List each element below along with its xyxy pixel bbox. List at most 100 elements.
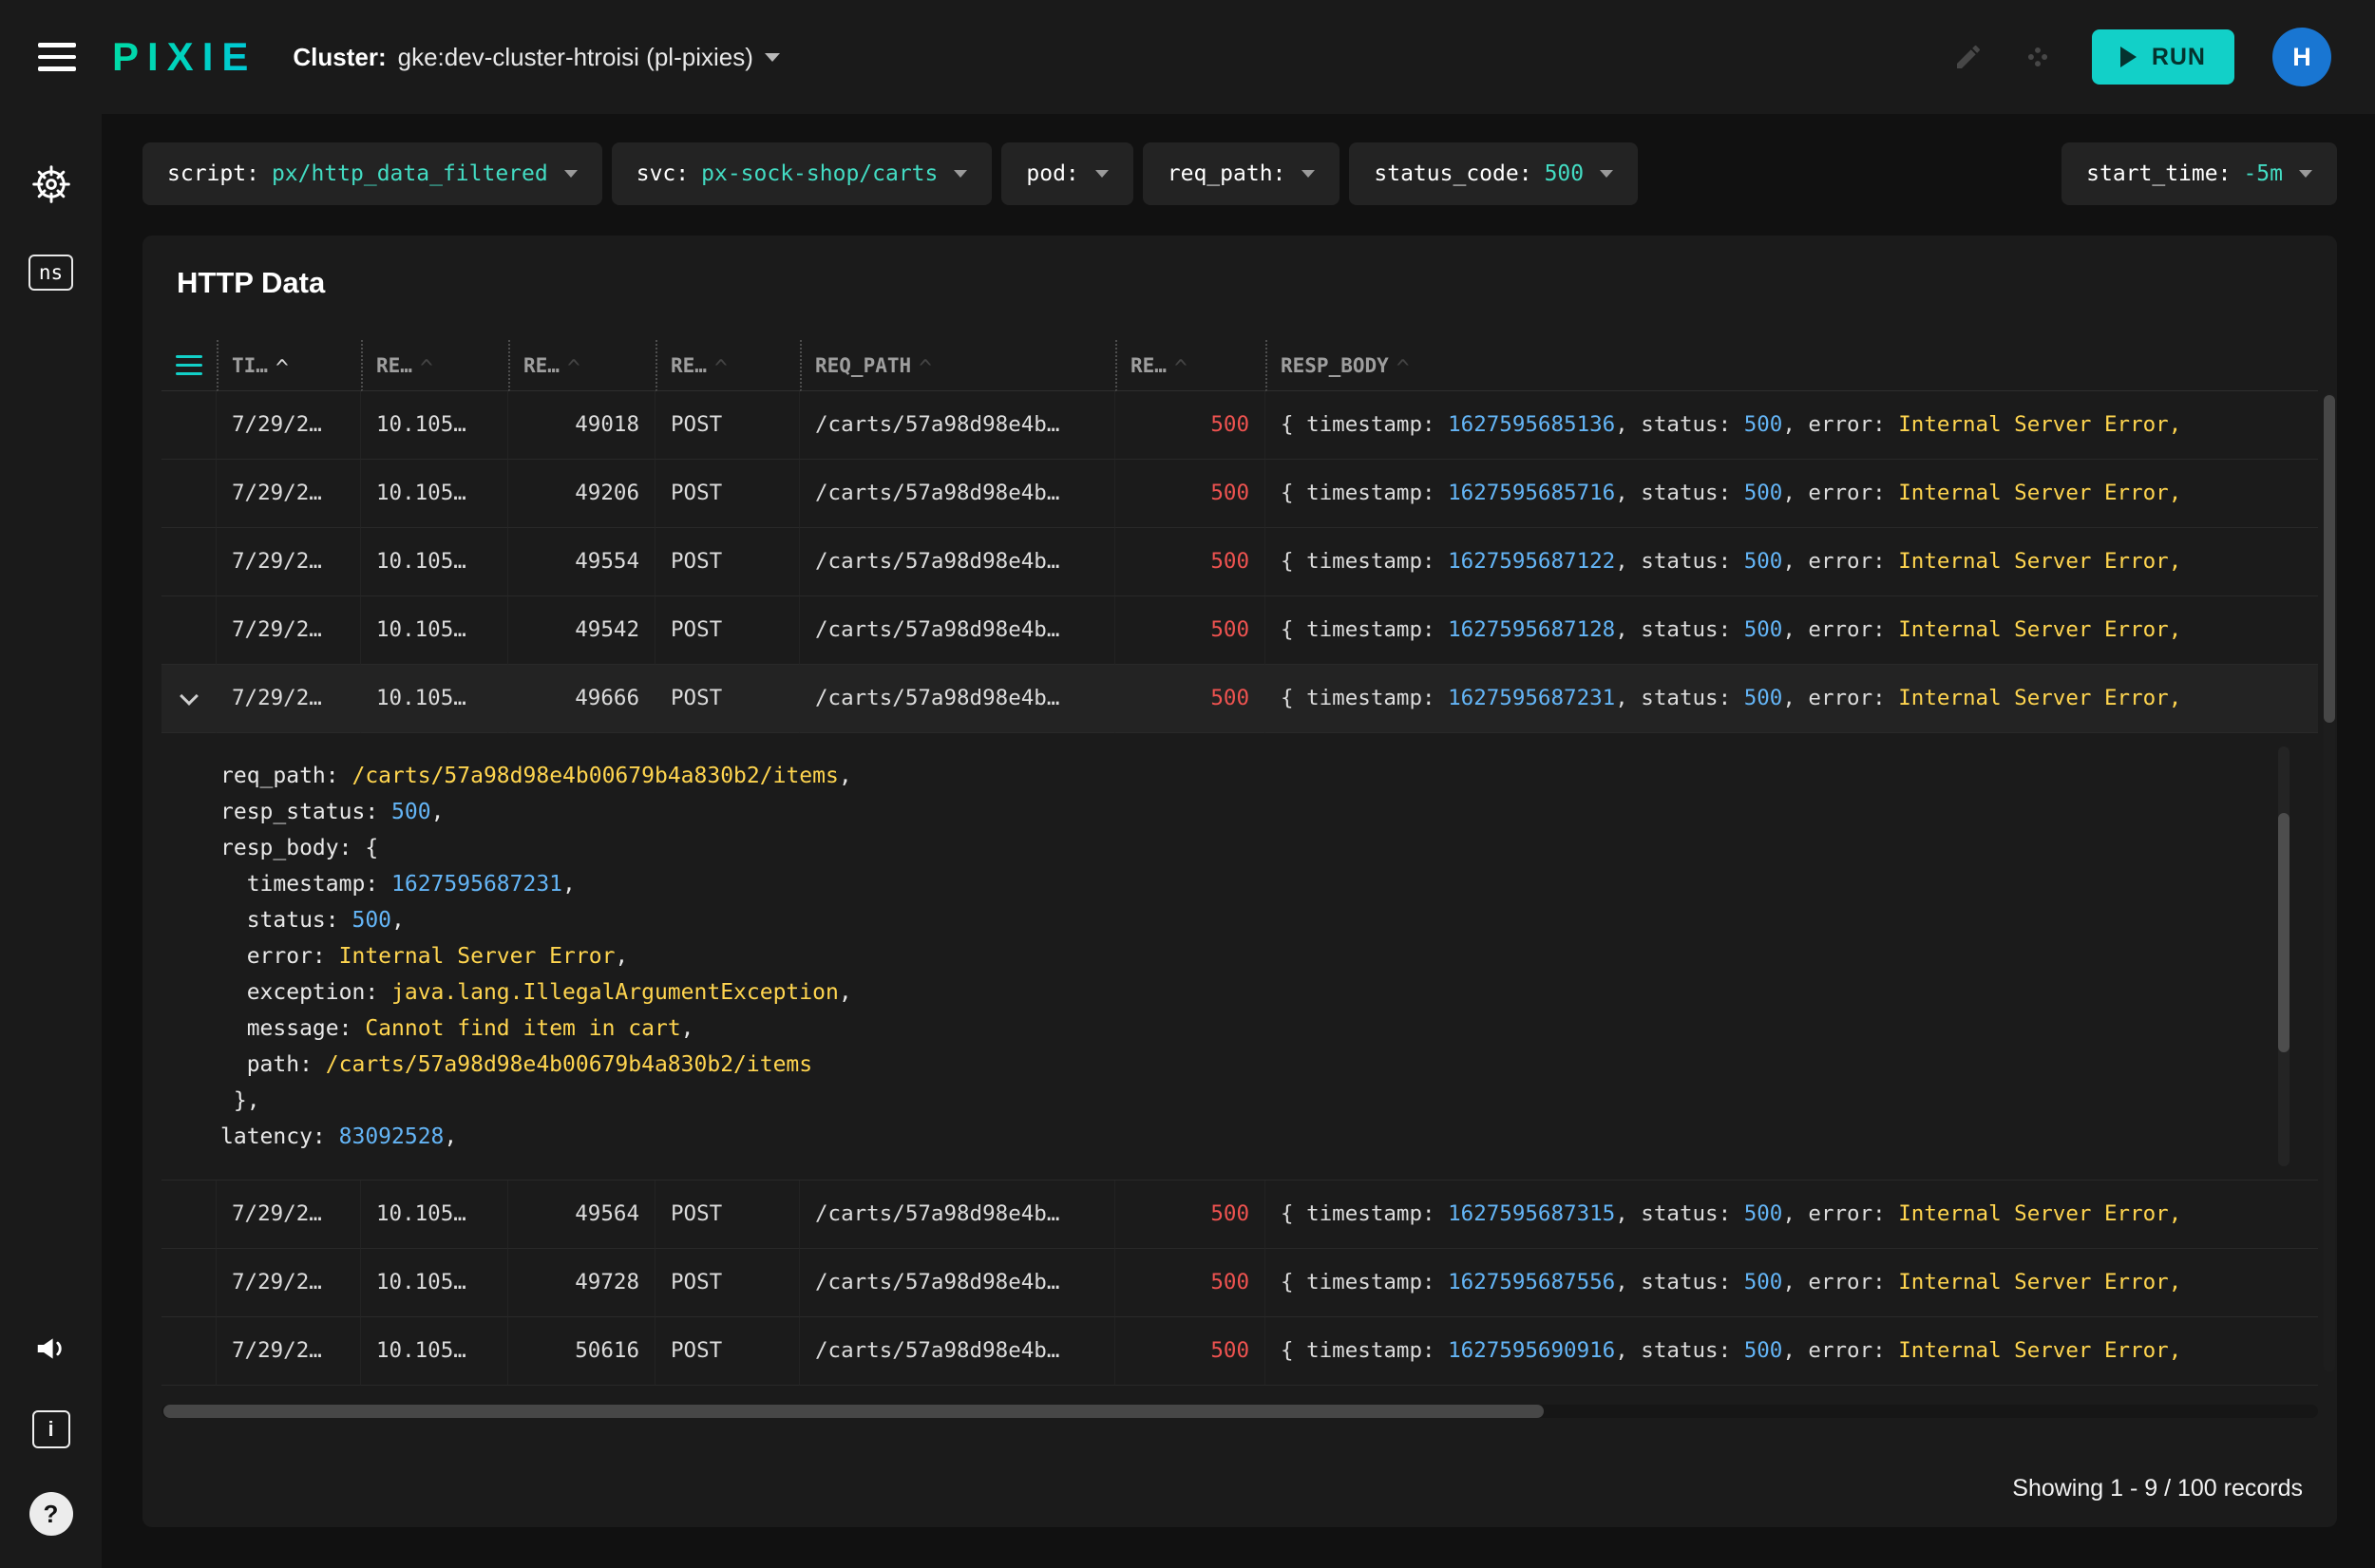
column-header[interactable]: RE… ^ — [361, 340, 508, 391]
filter-pill[interactable]: script: px/http_data_filtered — [142, 142, 602, 205]
k8s-helm-icon[interactable] — [30, 163, 72, 205]
panel-title: HTTP Data — [177, 266, 326, 299]
table-horizontal-scrollbar[interactable] — [163, 1405, 1544, 1418]
records-count: Showing 1 - 9 / 100 records — [2012, 1475, 2303, 1502]
namespace-icon[interactable]: ns — [28, 255, 74, 291]
row-expander-cell[interactable] — [162, 1317, 217, 1386]
cell-req-path: /carts/57a98d98e4b… — [800, 665, 1115, 733]
row-expander-cell[interactable] — [162, 528, 217, 596]
pill-value: 500 — [1544, 161, 1585, 186]
cell-req-method: POST — [656, 665, 800, 733]
column-header-label: RE… — [671, 353, 707, 377]
column-header[interactable]: REQ_PATH ^ — [800, 340, 1115, 391]
cell-resp-status: 500 — [1115, 596, 1265, 665]
detail-line: exception: java.lang.IllegalArgumentExce… — [220, 980, 852, 1005]
sort-asc-icon: ^ — [419, 355, 433, 381]
pill-value: px/http_data_filtered — [271, 161, 548, 186]
edit-script-icon[interactable] — [1953, 42, 1984, 72]
cluster-selector[interactable]: Cluster: gke:dev-cluster-htroisi (pl-pix… — [293, 43, 780, 72]
detail-scrollbar[interactable] — [2278, 813, 2290, 1052]
column-header[interactable]: RE… ^ — [508, 340, 656, 391]
sidebar-bottom: i ? — [28, 1331, 73, 1536]
http-table: TI… ^ RE… ^ RE… ^ RE… ^ REQ_PATH ^ RE… ^… — [162, 340, 2318, 1386]
filter-pill[interactable]: svc: px-sock-shop/carts — [611, 142, 993, 205]
column-menu-cell[interactable] — [162, 340, 217, 391]
cell-remote-addr: 10.105… — [361, 391, 508, 460]
sort-asc-icon: ^ — [566, 355, 580, 381]
cell-remote-port: 49018 — [508, 391, 656, 460]
row-expander-cell[interactable] — [162, 1249, 217, 1317]
chevron-down-icon — [1302, 170, 1316, 178]
cell-time: 7/29/2… — [217, 528, 361, 596]
cell-resp-status: 500 — [1115, 460, 1265, 528]
filter-pill[interactable]: req_path: — [1142, 142, 1340, 205]
detail-line: error: Internal Server Error, — [220, 944, 629, 969]
detail-line: }, — [220, 1088, 260, 1113]
cell-remote-addr: 10.105… — [361, 665, 508, 733]
filter-pill[interactable]: status_code: 500 — [1349, 142, 1639, 205]
help-icon[interactable]: ? — [28, 1492, 73, 1536]
sidebar: ns i ? — [0, 114, 102, 1568]
cell-time: 7/29/2… — [217, 460, 361, 528]
row-expander-cell[interactable] — [162, 391, 217, 460]
cell-resp-status: 500 — [1115, 665, 1265, 733]
announcement-icon[interactable] — [33, 1331, 69, 1367]
cell-time: 7/29/2… — [217, 665, 361, 733]
pill-label: req_path: — [1167, 161, 1286, 186]
detail-line: status: 500, — [220, 908, 405, 933]
table-vertical-scrollbar[interactable] — [2324, 395, 2335, 723]
detail-line: message: Cannot find item in cart, — [220, 1016, 694, 1041]
pill-label: pod: — [1026, 161, 1079, 186]
cell-resp-body: { timestamp: 1627595687231, status: 500,… — [1265, 665, 2318, 733]
cell-resp-status: 500 — [1115, 1181, 1265, 1249]
pill-label: start_time: — [2086, 161, 2232, 186]
column-header-label: REQ_PATH — [815, 353, 912, 377]
detail-line: timestamp: 1627595687231, — [220, 872, 576, 897]
cell-time: 7/29/2… — [217, 1181, 361, 1249]
cell-remote-addr: 10.105… — [361, 528, 508, 596]
column-header-label: RE… — [1130, 353, 1167, 377]
http-data-panel: HTTP Data TI… ^ RE… ^ RE… ^ RE… ^ REQ_PA… — [142, 236, 2337, 1527]
start-time-pill[interactable]: start_time: -5m — [2062, 142, 2337, 205]
pill-value: px-sock-shop/carts — [701, 161, 939, 186]
sparkle-icon[interactable] — [2022, 41, 2054, 73]
table-vertical-scrollbar-track[interactable] — [2324, 393, 2335, 1372]
run-button[interactable]: RUN — [2091, 29, 2234, 85]
cell-req-path: /carts/57a98d98e4b… — [800, 1181, 1115, 1249]
cell-req-path: /carts/57a98d98e4b… — [800, 1249, 1115, 1317]
cell-time: 7/29/2… — [217, 1249, 361, 1317]
hamburger-menu-icon[interactable] — [38, 43, 76, 71]
column-header[interactable]: RESP_BODY ^ — [1265, 340, 2318, 391]
info-icon[interactable]: i — [31, 1410, 70, 1448]
cell-resp-body: { timestamp: 1627595687128, status: 500,… — [1265, 596, 2318, 665]
detail-lines: req_path: /carts/57a98d98e4b00679b4a830b… — [220, 758, 2252, 1155]
row-expander-cell[interactable] — [162, 665, 217, 733]
filter-pills: script: px/http_data_filtered svc: px-so… — [142, 142, 1639, 205]
user-avatar[interactable]: H — [2272, 28, 2331, 86]
column-header[interactable]: RE… ^ — [1115, 340, 1265, 391]
row-expander-cell[interactable] — [162, 1181, 217, 1249]
row-expander-cell[interactable] — [162, 596, 217, 665]
cell-remote-port: 49554 — [508, 528, 656, 596]
chevron-down-icon — [2299, 170, 2312, 178]
filter-pill[interactable]: pod: — [1001, 142, 1133, 205]
pill-label: svc: — [636, 161, 690, 186]
table-horizontal-scrollbar-track[interactable] — [162, 1405, 2318, 1418]
cell-remote-port: 49666 — [508, 665, 656, 733]
pixie-logo: PIXIE — [112, 34, 257, 79]
main-content: script: px/http_data_filtered svc: px-so… — [102, 114, 2375, 1568]
cell-remote-addr: 10.105… — [361, 596, 508, 665]
column-menu-icon — [176, 354, 202, 376]
cell-resp-body: { timestamp: 1627595687315, status: 500,… — [1265, 1181, 2318, 1249]
row-expander-cell[interactable] — [162, 460, 217, 528]
cell-resp-status: 500 — [1115, 1249, 1265, 1317]
pill-label: status_code: — [1374, 161, 1532, 186]
run-label: RUN — [2151, 43, 2206, 70]
cell-req-method: POST — [656, 528, 800, 596]
column-header[interactable]: TI… ^ — [217, 340, 361, 391]
column-header[interactable]: RE… ^ — [656, 340, 800, 391]
cell-time: 7/29/2… — [217, 391, 361, 460]
cell-remote-port: 49728 — [508, 1249, 656, 1317]
cell-remote-addr: 10.105… — [361, 1249, 508, 1317]
expand-chevron-icon[interactable] — [179, 687, 199, 706]
